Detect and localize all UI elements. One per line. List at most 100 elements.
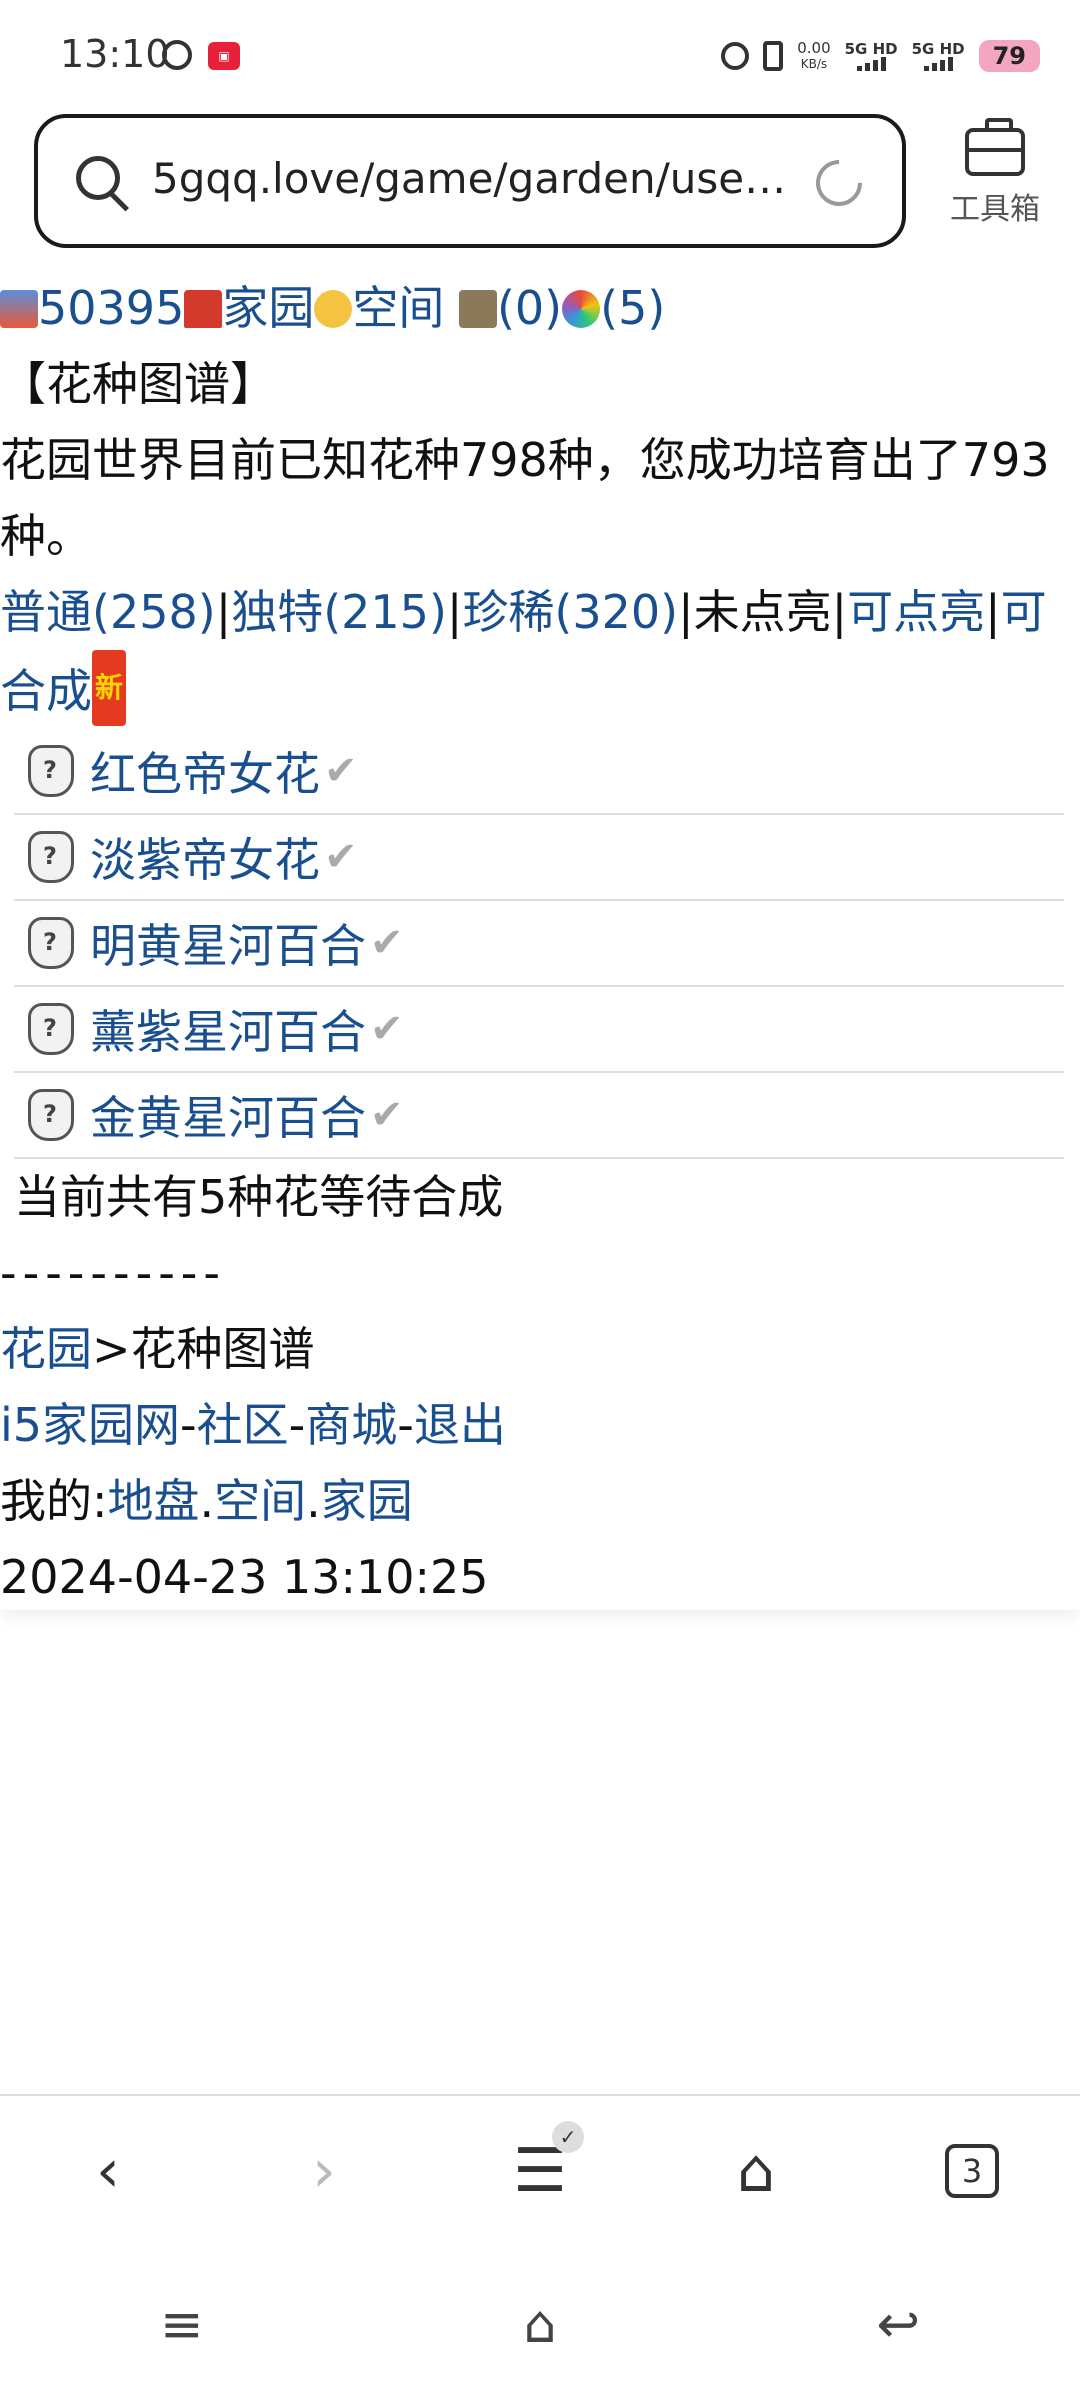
toolbox-button[interactable]: 工具箱	[940, 118, 1050, 228]
separator: .	[306, 1474, 321, 1528]
browser-bottom-nav: ‹ › ☰ ✓ ⌂ 3	[0, 2094, 1080, 2246]
signal-5g-2: 5G HD	[912, 41, 965, 71]
space-link[interactable]: 空间	[352, 281, 444, 335]
system-back-icon[interactable]: ↩	[876, 2295, 920, 2355]
check-icon: ✔	[324, 834, 358, 880]
mine-label: 我的:	[0, 1474, 108, 1528]
breadcrumb-current: >花种图谱	[92, 1322, 315, 1376]
filter-row: 普通(258)|独特(215)|珍稀(320)|未点亮|可点亮|可合成新	[0, 574, 1080, 729]
home-link[interactable]: 家园	[222, 281, 314, 335]
filter-unlit: 未点亮	[693, 585, 832, 639]
status-bar: 13:10 ▣ 0.00 KB/s 5G HD 5G HD 79	[0, 0, 1080, 110]
flower-icon	[28, 745, 74, 797]
url-text[interactable]: 5gqq.love/game/garden/use…	[152, 154, 812, 203]
system-home-icon[interactable]: ⌂	[523, 2295, 556, 2355]
flower-icon	[28, 831, 74, 883]
user-id-link[interactable]: 50395	[38, 281, 184, 335]
app-notification-icon: ▣	[208, 42, 240, 70]
footer-links: i5家园网-社区-商城-退出	[0, 1387, 1080, 1463]
wheel-link[interactable]: (5)	[600, 281, 665, 335]
chevron-right-icon: ›	[312, 2136, 336, 2206]
filter-lightable[interactable]: 可点亮	[847, 585, 985, 639]
separator: |	[215, 585, 232, 639]
list-item: 淡紫帝女花 ✔	[14, 815, 1064, 901]
breadcrumb: 花园>花种图谱	[0, 1311, 1080, 1387]
home-icon: ⌂	[736, 2136, 776, 2206]
flower-icon	[28, 1003, 74, 1055]
battery-indicator: 79	[978, 40, 1040, 72]
status-time: 13:10	[60, 32, 170, 76]
flower-list: 红色帝女花 ✔ 淡紫帝女花 ✔ 明黄星河百合 ✔ 薰紫星河百合 ✔ 金黄星河百合…	[14, 729, 1064, 1159]
separator: |	[831, 585, 848, 639]
land-link[interactable]: 地盘	[108, 1474, 200, 1528]
separator: |	[985, 585, 1001, 639]
check-icon: ✔	[370, 1092, 404, 1138]
filter-unique[interactable]: 独特(215)	[231, 585, 447, 639]
logout-link[interactable]: 退出	[414, 1398, 506, 1452]
toolbox-label: 工具箱	[950, 192, 1040, 227]
my-space-link[interactable]: 空间	[214, 1474, 306, 1528]
signal-bars-icon	[912, 57, 965, 71]
toolbox-icon	[965, 118, 1025, 176]
signal-label-2: 5G HD	[911, 40, 965, 58]
timestamp: 2024-04-23 13:10:25	[0, 1550, 489, 1604]
back-button[interactable]: ‹	[58, 2121, 158, 2221]
separator: -	[397, 1398, 414, 1452]
network-speed-value: 0.00	[797, 39, 831, 57]
wheel-icon	[562, 290, 601, 328]
flower-link[interactable]: 金黄星河百合	[90, 1082, 366, 1148]
home-button[interactable]: ⌂	[706, 2121, 806, 2221]
flower-link[interactable]: 淡紫帝女花	[90, 824, 320, 890]
tabs-button[interactable]: 3	[922, 2121, 1022, 2221]
page-title: 【花种图谱】	[0, 357, 276, 411]
flower-icon	[28, 917, 74, 969]
network-speed: 0.00 KB/s	[797, 40, 830, 72]
filter-common[interactable]: 普通(258)	[0, 585, 216, 639]
user-icon	[0, 290, 38, 328]
separator: -	[180, 1398, 197, 1452]
list-item: 明黄星河百合 ✔	[14, 901, 1064, 987]
check-icon: ✔	[370, 1006, 404, 1052]
site-link[interactable]: i5家园网	[0, 1398, 180, 1452]
bank-link[interactable]: (0)	[497, 281, 562, 335]
waiting-text: 当前共有5种花等待合成	[14, 1170, 504, 1224]
top-links-row: 50395 家园 空间 (0) (5)	[0, 270, 1080, 346]
reload-icon[interactable]	[806, 150, 872, 216]
community-link[interactable]: 社区	[197, 1398, 289, 1452]
check-icon: ✔	[324, 748, 358, 794]
flower-link[interactable]: 明黄星河百合	[90, 910, 366, 976]
system-nav-bar: ≡ ⌂ ↩	[0, 2270, 1080, 2380]
house-icon	[184, 290, 223, 328]
bank-icon	[458, 290, 497, 328]
recents-icon[interactable]: ≡	[160, 2295, 204, 2355]
flower-link[interactable]: 红色帝女花	[90, 738, 320, 804]
network-speed-unit: KB/s	[800, 57, 828, 71]
signal-bars-icon	[845, 57, 898, 71]
flower-icon	[28, 1089, 74, 1141]
flower-link[interactable]: 薰紫星河百合	[90, 996, 366, 1062]
my-home-link[interactable]: 家园	[321, 1474, 413, 1528]
alarm-icon	[162, 40, 192, 70]
alarm-icon	[721, 42, 750, 70]
forward-button[interactable]: ›	[274, 2121, 374, 2221]
list-item: 金黄星河百合 ✔	[14, 1073, 1064, 1159]
new-badge: 新	[92, 650, 127, 726]
chevron-left-icon: ‹	[96, 2136, 120, 2206]
mall-link[interactable]: 商城	[305, 1398, 397, 1452]
separator: |	[446, 585, 463, 639]
status-right-group: 0.00 KB/s 5G HD 5G HD 79	[721, 36, 1040, 76]
separator: .	[199, 1474, 215, 1528]
signal-label-1: 5G HD	[844, 40, 898, 58]
vibrate-icon	[763, 41, 784, 71]
list-item: 红色帝女花 ✔	[14, 729, 1064, 815]
menu-button[interactable]: ☰ ✓	[490, 2121, 590, 2221]
star-icon	[314, 290, 353, 328]
web-page: 50395 家园 空间 (0) (5) 【花种图谱】 花园世界目前已知花种798种，您…	[0, 270, 1080, 1610]
signal-5g-1: 5G HD	[845, 41, 898, 71]
divider: ----------	[0, 1246, 226, 1300]
separator: |	[678, 585, 694, 639]
address-bar[interactable]: 5gqq.love/game/garden/use…	[34, 114, 906, 248]
filter-rare[interactable]: 珍稀(320)	[462, 585, 678, 639]
separator: -	[288, 1398, 306, 1452]
breadcrumb-garden-link[interactable]: 花园	[0, 1322, 92, 1376]
